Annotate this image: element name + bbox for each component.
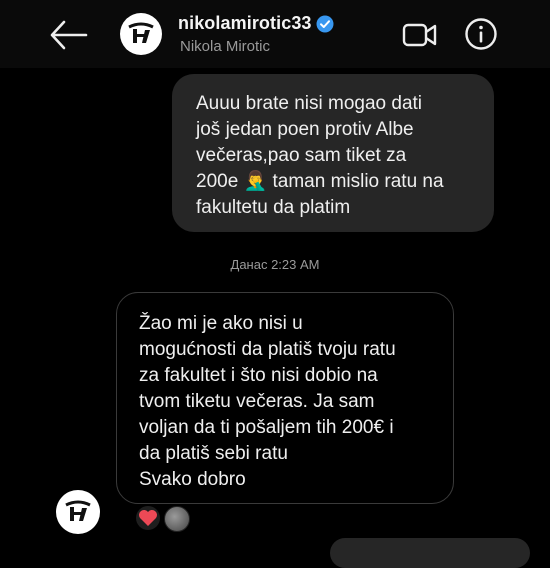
received-message-bubble[interactable]: Žao mi je ako nisi u mogućnosti da plati… — [116, 292, 454, 504]
heart-reaction-icon[interactable] — [136, 506, 160, 530]
back-arrow-icon[interactable] — [48, 18, 88, 52]
message-timestamp: Данас 2:23 AM — [230, 257, 320, 272]
video-call-icon[interactable] — [402, 22, 438, 48]
next-message-bubble[interactable] — [330, 538, 530, 568]
profile-logo-icon — [65, 500, 91, 521]
profile-avatar[interactable] — [120, 13, 162, 55]
reactor-avatar[interactable] — [164, 506, 190, 532]
message-reactions[interactable] — [136, 506, 190, 532]
profile-logo-icon — [128, 22, 154, 43]
sent-message-bubble[interactable]: Auuu brate nisi mogao dati još jedan poe… — [172, 74, 494, 232]
info-icon[interactable] — [464, 17, 498, 51]
username[interactable]: nikolamirotic33 — [178, 13, 312, 34]
sender-avatar[interactable] — [56, 490, 100, 534]
verified-badge-icon — [316, 15, 334, 32]
chat-header: nikolamirotic33 Nikola Mirotic — [0, 0, 550, 68]
full-name[interactable]: Nikola Mirotic — [180, 38, 270, 55]
